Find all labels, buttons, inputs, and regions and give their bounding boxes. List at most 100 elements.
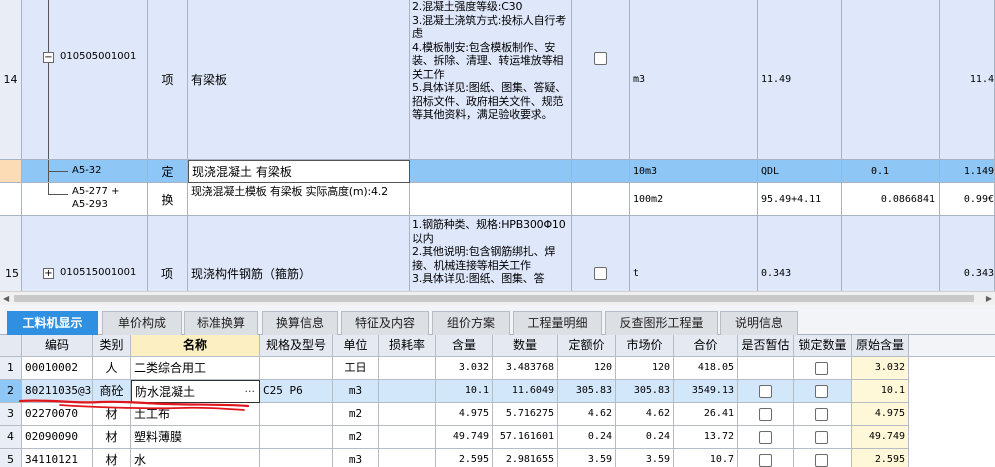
header-total[interactable]: 合价	[674, 335, 738, 357]
category-cell[interactable]: 材	[93, 403, 131, 426]
estimate-checkbox[interactable]	[594, 52, 607, 65]
qty-expr-cell[interactable]: 0.343	[758, 216, 842, 291]
item-row-14[interactable]: 14 − 010505001001 项 有梁板 2.混凝土强度等级:C30 3.…	[0, 0, 995, 160]
expand-icon[interactable]: +	[43, 268, 54, 279]
header-code[interactable]: 编码	[22, 335, 93, 357]
market-price-cell[interactable]: 0.24	[616, 426, 674, 449]
name-cell[interactable]: 水	[131, 449, 260, 467]
header-content[interactable]: 含量	[436, 335, 493, 357]
market-price-cell[interactable]: 305.83	[616, 380, 674, 403]
name-cell[interactable]: 塑料薄膜	[131, 426, 260, 449]
estimate-checkbox[interactable]	[594, 267, 607, 280]
content-cell[interactable]: 4.975	[436, 403, 493, 426]
market-price-cell[interactable]: 4.62	[616, 403, 674, 426]
tab-standard-conversion[interactable]: 标准换算	[184, 311, 258, 335]
header-quota-price[interactable]: 定额价	[558, 335, 616, 357]
name-edit-cell[interactable]: 防水混凝土 ···	[131, 380, 260, 403]
loss-rate-cell[interactable]	[379, 403, 436, 426]
feature-desc-cell[interactable]: 2.混凝土强度等级:C30 3.混凝土浇筑方式:投标人自行考虑 4.模板制安:包…	[410, 0, 572, 160]
name-edit-cell[interactable]: 现浇混凝土 有梁板	[188, 160, 410, 183]
header-is-estimate[interactable]: 是否暂估	[738, 335, 794, 357]
lock-qty-checkbox[interactable]	[815, 385, 828, 398]
scroll-left-icon[interactable]: ◀	[3, 294, 9, 303]
code-cell[interactable]: + 010515001001	[22, 216, 148, 291]
code-cell[interactable]: − 010505001001	[22, 0, 148, 160]
content-cell[interactable]: 10.1	[436, 380, 493, 403]
item-row-15[interactable]: 15 + 010515001001 项 现浇构件钢筋（箍筋） 1.钢筋种类、规格…	[0, 216, 995, 291]
scroll-thumb[interactable]	[14, 295, 974, 302]
header-loss-rate[interactable]: 损耗率	[379, 335, 436, 357]
tab-description[interactable]: 说明信息	[720, 311, 798, 335]
quantity-cell[interactable]: 3.483768	[493, 357, 558, 380]
spec-cell[interactable]	[260, 426, 333, 449]
quota-row-a5-277[interactable]: A5-277 + A5-293 换 现浇混凝土模板 有梁板 实际高度(m):4.…	[0, 183, 995, 216]
qty-expr-cell[interactable]: QDL	[758, 160, 842, 183]
code-cell[interactable]: 34110121	[22, 449, 93, 467]
market-price-cell[interactable]: 120	[616, 357, 674, 380]
header-original-content[interactable]: 原始含量	[852, 335, 909, 357]
content-cell[interactable]: 3.032	[436, 357, 493, 380]
feature-desc-cell[interactable]	[410, 183, 572, 216]
quota-row-a5-32[interactable]: A5-32 定 现浇混凝土 有梁板 10m3 QDL 0.1 1.149	[0, 160, 995, 183]
spec-cell[interactable]: C25 P6	[260, 380, 333, 403]
lock-qty-checkbox[interactable]	[815, 362, 828, 375]
table-row[interactable]: 1 00010002 人 二类综合用工 工日 3.032 3.483768 12…	[0, 357, 995, 380]
feature-desc-cell[interactable]: 1.钢筋种类、规格:HPB300Φ10以内 2.其他说明:包含钢筋绑扎、焊接、机…	[410, 216, 572, 291]
estimate-checkbox[interactable]	[759, 431, 772, 444]
scroll-right-icon[interactable]: ▶	[986, 294, 992, 303]
tab-conversion-info[interactable]: 换算信息	[262, 311, 338, 335]
header-spec[interactable]: 规格及型号	[260, 335, 333, 357]
table-row[interactable]: 5 34110121 材 水 m3 2.595 2.981655 3.59 3.…	[0, 449, 995, 467]
category-cell[interactable]: 人	[93, 357, 131, 380]
qty-expr-cell[interactable]: 11.49	[758, 0, 842, 160]
horizontal-scrollbar[interactable]: ◀ ▶	[0, 291, 995, 305]
spec-cell[interactable]	[260, 449, 333, 467]
feature-desc-cell[interactable]	[410, 160, 572, 183]
unit-cell[interactable]: 工日	[333, 357, 379, 380]
unit-cell[interactable]: m2	[333, 403, 379, 426]
loss-rate-cell[interactable]	[379, 380, 436, 403]
header-market-price[interactable]: 市场价	[616, 335, 674, 357]
qty-expr-cell[interactable]: 95.49+4.11	[758, 183, 842, 216]
table-row[interactable]: 4 02090090 材 塑料薄膜 m2 49.749 57.161601 0.…	[0, 426, 995, 449]
estimate-checkbox[interactable]	[759, 408, 772, 421]
market-price-cell[interactable]: 3.59	[616, 449, 674, 467]
unit-cell[interactable]: m3	[333, 380, 379, 403]
code-cell[interactable]: 00010002	[22, 357, 93, 380]
ellipsis-button[interactable]: ···	[245, 381, 256, 402]
loss-rate-cell[interactable]	[379, 449, 436, 467]
name-cell[interactable]: 现浇混凝土模板 有梁板 实际高度(m):4.2	[188, 183, 410, 216]
spec-cell[interactable]	[260, 403, 333, 426]
tab-material-machine[interactable]: 工料机显示	[7, 311, 98, 335]
content-cell[interactable]: 49.749	[436, 426, 493, 449]
table-row-selected[interactable]: 2 80211035@3 商砼 防水混凝土 ··· C25 P6 m3 10.1 …	[0, 380, 995, 403]
category-cell[interactable]: 商砼	[93, 380, 131, 403]
lock-qty-checkbox[interactable]	[815, 454, 828, 467]
code-cell[interactable]: 02090090	[22, 426, 93, 449]
lock-qty-checkbox[interactable]	[815, 431, 828, 444]
header-lock-qty[interactable]: 锁定数量	[794, 335, 852, 357]
unit-cell[interactable]: m3	[333, 449, 379, 467]
category-cell[interactable]: 材	[93, 426, 131, 449]
quantity-cell[interactable]: 11.6049	[493, 380, 558, 403]
name-cell[interactable]: 现浇构件钢筋（箍筋）	[188, 216, 410, 291]
loss-rate-cell[interactable]	[379, 426, 436, 449]
category-cell[interactable]: 材	[93, 449, 131, 467]
quantity-cell[interactable]: 5.716275	[493, 403, 558, 426]
estimate-checkbox[interactable]	[759, 454, 772, 467]
code-cell[interactable]: 80211035@3	[22, 380, 93, 403]
table-row[interactable]: 3 02270070 材 土工布 m2 4.975 5.716275 4.62 …	[0, 403, 995, 426]
quantity-cell[interactable]: 2.981655	[493, 449, 558, 467]
content-cell[interactable]: 2.595	[436, 449, 493, 467]
quantity-cell[interactable]: 57.161601	[493, 426, 558, 449]
header-quantity[interactable]: 数量	[493, 335, 558, 357]
header-category[interactable]: 类别	[93, 335, 131, 357]
tab-reverse-lookup[interactable]: 反查图形工程量	[605, 311, 718, 335]
tab-features[interactable]: 特征及内容	[341, 311, 429, 335]
tab-pricing-plan[interactable]: 组价方案	[432, 311, 510, 335]
estimate-checkbox[interactable]	[759, 385, 772, 398]
code-cell[interactable]: A5-32	[22, 160, 148, 183]
name-cell[interactable]: 二类综合用工	[131, 357, 260, 380]
name-cell[interactable]: 土工布	[131, 403, 260, 426]
header-unit[interactable]: 单位	[333, 335, 379, 357]
